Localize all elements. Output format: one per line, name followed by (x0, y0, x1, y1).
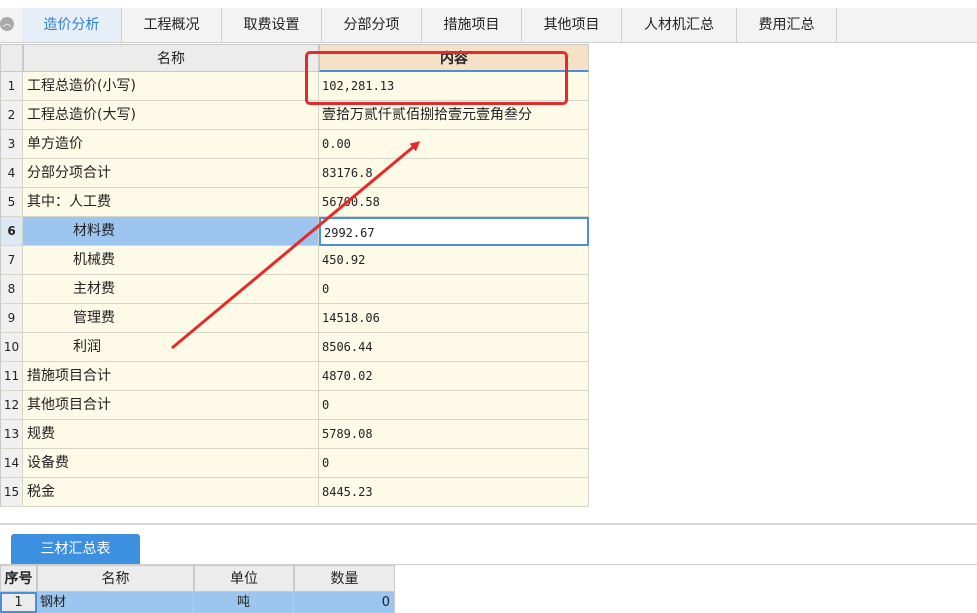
item-name[interactable]: 利润 (23, 333, 319, 362)
item-name[interactable]: 管理费 (23, 304, 319, 333)
tab-cost-analysis[interactable]: 造价分析 (22, 8, 122, 42)
item-value[interactable]: 0 (319, 275, 589, 304)
item-name[interactable]: 设备费 (23, 449, 319, 478)
tab-sub-items[interactable]: 分部分项 (322, 8, 422, 42)
row-number[interactable]: 10 (0, 333, 23, 362)
item-name[interactable]: 工程总造价(大写) (23, 101, 319, 130)
column-header-unit[interactable]: 单位 (194, 565, 294, 592)
row-number[interactable]: 9 (0, 304, 23, 333)
row-number[interactable]: 15 (0, 478, 23, 507)
row-number[interactable]: 13 (0, 420, 23, 449)
column-header-name[interactable]: 名称 (37, 565, 194, 592)
material-name[interactable]: 钢材 (37, 592, 194, 613)
row-number: 1 (0, 592, 37, 613)
row-number[interactable]: 14 (0, 449, 23, 478)
item-value[interactable]: 0 (319, 391, 589, 420)
tab-fee-summary[interactable]: 费用汇总 (737, 8, 837, 42)
item-name[interactable]: 工程总造价(小写) (23, 72, 319, 101)
tab-project-overview[interactable]: 工程概况 (122, 8, 222, 42)
item-value[interactable]: 83176.8 (319, 159, 589, 188)
item-name[interactable]: 规费 (23, 420, 319, 449)
item-name[interactable]: 税金 (23, 478, 319, 507)
annotation-highlight-box (305, 51, 568, 105)
row-number[interactable]: 11 (0, 362, 23, 391)
item-name[interactable]: 其中：人工费 (23, 188, 319, 217)
column-header-seq[interactable]: 序号 (0, 565, 37, 592)
section-divider[interactable] (0, 523, 977, 525)
item-value[interactable]: 5789.08 (319, 420, 589, 449)
item-value[interactable]: 8445.23 (319, 478, 589, 507)
row-number-header (0, 44, 23, 72)
item-name[interactable]: 机械费 (23, 246, 319, 275)
item-value[interactable]: 56700.58 (319, 188, 589, 217)
tab-labor-material-summary[interactable]: 人材机汇总 (622, 8, 737, 42)
tab-bar: ︿ 造价分析 工程概况 取费设置 分部分项 措施项目 其他项目 人材机汇总 费用… (0, 8, 977, 43)
row-number[interactable]: 1 (0, 72, 23, 101)
tab-three-materials-summary[interactable]: 三材汇总表 (11, 534, 140, 564)
item-name[interactable]: 主材费 (23, 275, 319, 304)
row-number[interactable]: 5 (0, 188, 23, 217)
item-value[interactable]: 壹拾万贰仟贰佰捌拾壹元壹角叁分 (319, 101, 589, 130)
item-value[interactable]: 0 (319, 449, 589, 478)
row-number[interactable]: 7 (0, 246, 23, 275)
tab-measure-items[interactable]: 措施项目 (422, 8, 522, 42)
item-name[interactable]: 其他项目合计 (23, 391, 319, 420)
item-name[interactable]: 分部分项合计 (23, 159, 319, 188)
row-number[interactable]: 8 (0, 275, 23, 304)
row-number[interactable]: 6 (0, 217, 23, 246)
item-name[interactable]: 材料费 (23, 217, 319, 246)
row-number[interactable]: 4 (0, 159, 23, 188)
chevron-up-icon[interactable]: ︿ (0, 17, 14, 31)
item-value[interactable]: 4870.02 (319, 362, 589, 391)
item-name[interactable]: 单方造价 (23, 130, 319, 159)
material-unit[interactable]: 吨 (194, 592, 294, 613)
item-value[interactable]: 2992.67 (319, 217, 589, 246)
item-value[interactable]: 0.00 (319, 130, 589, 159)
item-value[interactable]: 8506.44 (319, 333, 589, 362)
column-header-quantity[interactable]: 数量 (294, 565, 395, 592)
row-number[interactable]: 3 (0, 130, 23, 159)
row-number[interactable]: 12 (0, 391, 23, 420)
item-name[interactable]: 措施项目合计 (23, 362, 319, 391)
item-value[interactable]: 14518.06 (319, 304, 589, 333)
material-quantity[interactable]: 0 (294, 592, 395, 613)
tab-fee-settings[interactable]: 取费设置 (222, 8, 322, 42)
row-number[interactable]: 2 (0, 101, 23, 130)
tab-other-items[interactable]: 其他项目 (522, 8, 622, 42)
item-value[interactable]: 450.92 (319, 246, 589, 275)
column-header-name[interactable]: 名称 (23, 44, 319, 72)
